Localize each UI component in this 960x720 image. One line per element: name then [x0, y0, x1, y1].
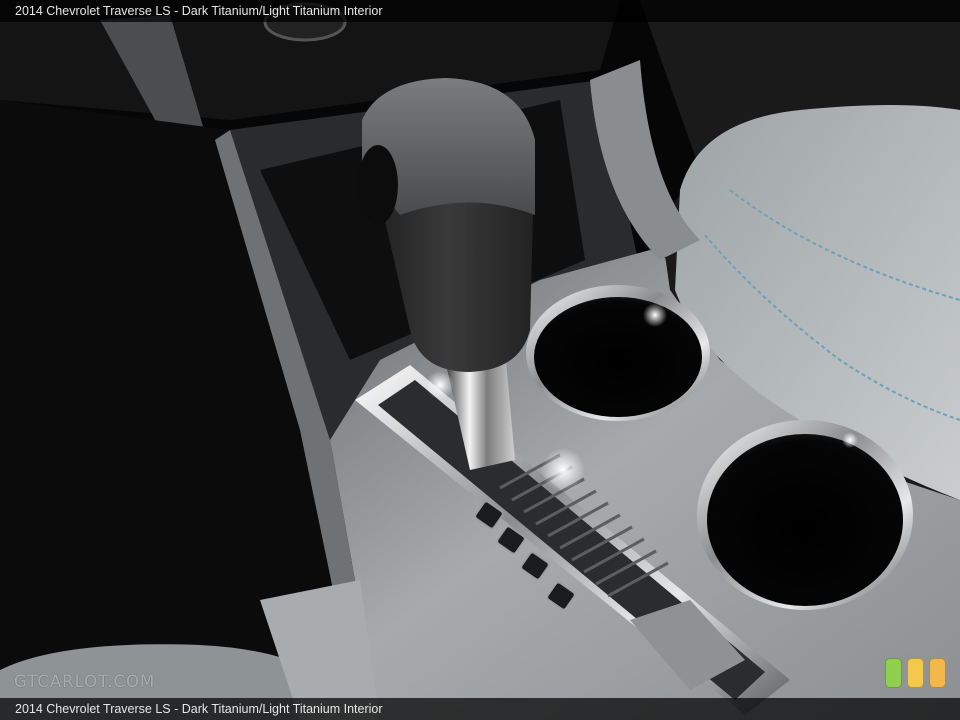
badge-orange-segment [929, 658, 946, 688]
photo-caption-top: 2014 Chevrolet Traverse LS - Dark Titani… [0, 0, 960, 22]
photo-viewer: 2014 Chevrolet Traverse LS - Dark Titani… [0, 0, 960, 720]
badge-green-segment [885, 658, 902, 688]
rating-badge-icon [885, 658, 947, 690]
photo-caption-bottom: 2014 Chevrolet Traverse LS - Dark Titani… [0, 698, 960, 720]
site-watermark: GTCARLOT.COM [14, 672, 156, 691]
interior-photo [0, 0, 960, 720]
badge-yellow-segment [907, 658, 924, 688]
